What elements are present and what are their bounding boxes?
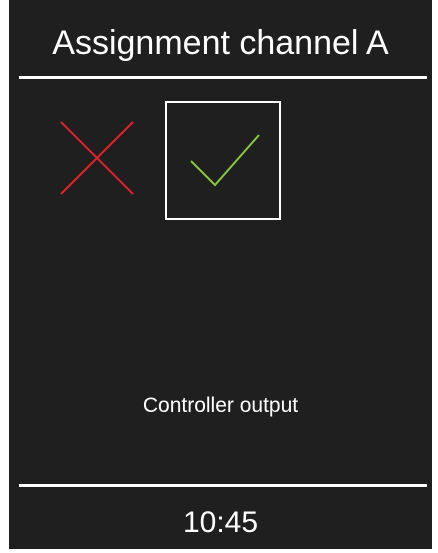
header-divider bbox=[19, 76, 427, 79]
cross-icon bbox=[60, 121, 134, 195]
accept-option[interactable] bbox=[165, 101, 281, 220]
option-label: Controller output bbox=[142, 394, 299, 417]
footer-divider bbox=[19, 484, 427, 487]
clock-time: 10:45 bbox=[182, 506, 259, 539]
reject-option[interactable] bbox=[57, 118, 137, 198]
check-icon bbox=[190, 134, 260, 187]
screen-title: Assignment channel A bbox=[52, 24, 389, 62]
device-screen: Assignment channel A Controller output 1… bbox=[9, 0, 432, 549]
